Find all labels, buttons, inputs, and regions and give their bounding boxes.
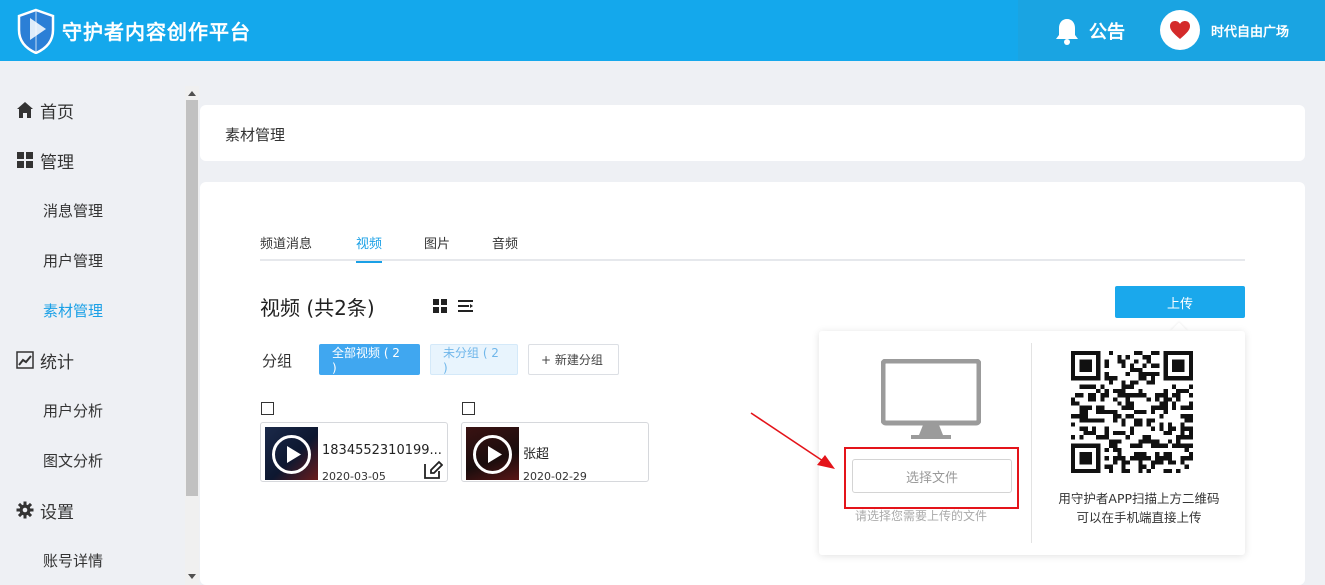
media-item[interactable]: 张超 2020-02-29 [461,422,649,483]
breadcrumb-card: 素材管理 [200,105,1305,161]
bell-icon [1056,19,1078,45]
monitor-icon [881,359,981,439]
group-ungrouped-button[interactable]: 未分组 ( 2 ) [430,344,518,375]
qr-hint: 用守护者APP扫描上方二维码 可以在手机端直接上传 [1033,489,1245,527]
upload-popup: 选择文件 请选择您需要上传的文件 用守护者APP扫描上方二维码 可以在手机端直接… [819,331,1245,555]
list-view-icon[interactable] [458,299,473,313]
media-name: 1834552310199... [322,443,442,458]
video-thumbnail [265,427,318,480]
group-label: 分组 [262,352,293,370]
sidebar-item-user-analysis[interactable]: 用户分析 [43,395,103,425]
tab-video[interactable]: 视频 [356,233,383,263]
tab-image[interactable]: 图片 [424,233,450,261]
page-title: 素材管理 [225,126,286,144]
chart-icon [16,351,34,369]
section-title: 视频 (共2条) [260,296,375,320]
play-icon [473,435,512,474]
app-title: 守护者内容创作平台 [62,20,251,44]
select-file-button[interactable]: 选择文件 [852,459,1012,493]
media-checkbox[interactable] [261,402,274,415]
scroll-up-arrow-icon[interactable] [188,91,196,96]
sidebar-item-account-detail[interactable]: 账号详情 [43,545,103,575]
sidebar-item-settings[interactable]: 设置 [16,495,74,525]
qr-hint-line2: 可以在手机端直接上传 [1076,510,1202,525]
gear-icon [16,501,34,519]
tab-audio[interactable]: 音频 [492,233,518,261]
new-group-button[interactable]: + 新建分组 [528,344,619,375]
notice-button[interactable]: 公告 [1054,16,1125,46]
sidebar-item-material-manage[interactable]: 素材管理 [43,295,103,325]
top-header: 守护者内容创作平台 公告 时代自由广场 [0,0,1325,61]
grid-icon [17,152,33,168]
media-tabs: 频道消息 视频 图片 音频 [260,227,1245,263]
avatar [1160,10,1200,50]
edit-icon[interactable] [423,460,443,480]
qr-hint-line1: 用守护者APP扫描上方二维码 [1058,491,1220,506]
notice-label: 公告 [1089,22,1125,43]
scroll-thumb[interactable] [186,100,198,496]
group-all-videos-button[interactable]: 全部视频 ( 2 ) [319,344,420,375]
sidebar-scrollbar[interactable] [185,86,199,585]
user-name: 时代自由广场 [1211,24,1290,40]
media-date: 2020-02-29 [523,470,587,483]
shield-logo-icon [17,8,55,54]
grid-view-icon[interactable] [433,299,447,313]
video-thumbnail [466,427,519,480]
user-menu[interactable]: 时代自由广场 [1160,10,1289,50]
upload-button[interactable]: 上传 [1115,286,1245,318]
media-date: 2020-03-05 [322,470,386,483]
media-name: 张超 [523,447,550,462]
tab-channel-messages[interactable]: 频道消息 [260,233,312,261]
sidebar-item-message-manage[interactable]: 消息管理 [43,195,103,225]
sidebar-item-label: 统计 [40,352,74,373]
qr-code-icon [1071,351,1193,473]
sidebar-item-article-analysis[interactable]: 图文分析 [43,445,103,475]
play-icon [272,435,311,474]
sidebar-item-label: 设置 [40,502,74,523]
sidebar-item-home[interactable]: 首页 [16,95,74,125]
scroll-down-arrow-icon[interactable] [188,574,196,579]
home-icon [17,102,33,118]
heart-icon [1170,21,1190,39]
sidebar-item-label: 管理 [40,152,74,173]
sidebar: 首页 管理 消息管理 用户管理 素材管理 统计 用户分析 图文分析 设置 账号详… [0,61,185,585]
sidebar-item-manage[interactable]: 管理 [16,145,74,175]
sidebar-item-stats[interactable]: 统计 [16,345,74,375]
select-file-hint: 请选择您需要上传的文件 [855,509,988,523]
media-item[interactable]: 1834552310199... 2020-03-05 [260,422,448,483]
popup-divider [1031,343,1032,543]
media-checkbox[interactable] [462,402,475,415]
sidebar-item-user-manage[interactable]: 用户管理 [43,245,103,275]
sidebar-item-label: 首页 [40,102,74,123]
